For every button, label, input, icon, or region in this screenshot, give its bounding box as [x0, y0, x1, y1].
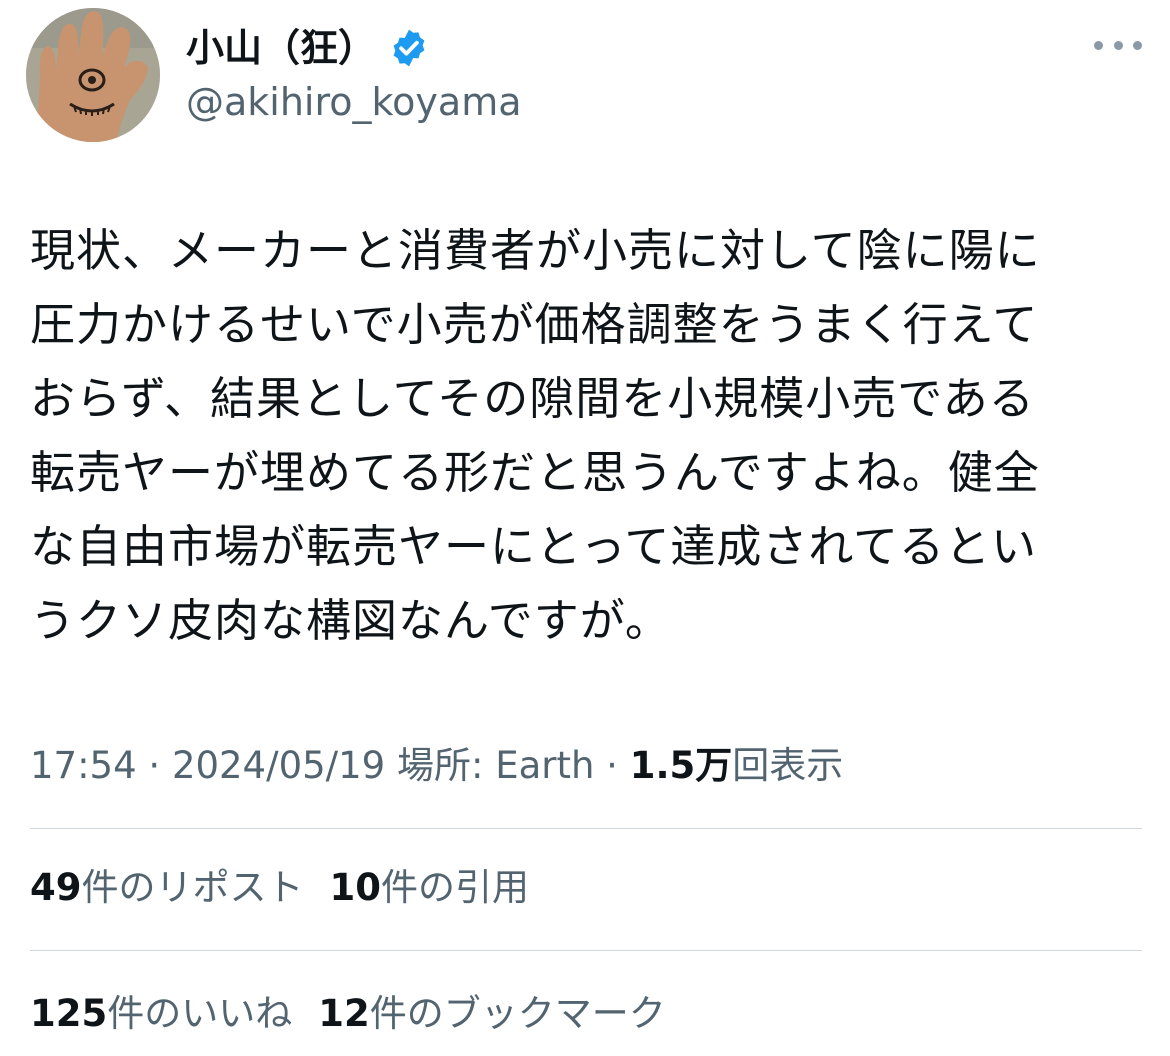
verified-badge-icon	[388, 27, 430, 69]
divider	[30, 950, 1142, 951]
more-dot	[1133, 40, 1142, 50]
more-dot	[1094, 40, 1103, 50]
bookmarks-count: 12	[318, 992, 370, 1035]
tweet-text-line: おらず、結果としてその隙間を小規模小売である	[30, 372, 1035, 425]
bookmarks-link[interactable]: 12件のブックマーク	[318, 992, 666, 1035]
views-label: 回表示	[732, 744, 844, 787]
stats-row-shares: 49件のリポスト 10件の引用	[30, 860, 555, 916]
meta-separator: ·	[136, 744, 172, 787]
more-options-icon[interactable]	[1094, 30, 1142, 60]
tweet-location: 場所: Earth	[385, 744, 595, 787]
tweet-date[interactable]: 2024/05/19	[172, 744, 385, 787]
tweet-text-line: 現状、メーカーと消費者が小売に対して陰に陽に	[30, 224, 1041, 277]
divider	[30, 828, 1142, 829]
likes-label: 件のいいね	[107, 992, 293, 1035]
avatar-image	[26, 8, 160, 142]
avatar[interactable]	[26, 8, 160, 142]
tweet-text: 現状、メーカーと消費者が小売に対して陰に陽に 圧力かけるせいで小売が価格調整をう…	[30, 214, 1150, 658]
tweet-time[interactable]: 17:54	[30, 744, 137, 787]
quotes-label: 件の引用	[381, 866, 529, 909]
likes-count: 125	[30, 992, 108, 1035]
tweet-text-line: な自由市場が転売ヤーにとって達成されてるとい	[30, 520, 1038, 573]
bookmarks-label: 件のブックマーク	[369, 992, 666, 1035]
tweet-text-line: うクソ皮肉な構図なんですが。	[30, 594, 671, 647]
stats-row-likes: 125件のいいね 12件のブックマーク	[30, 986, 692, 1042]
author-display-name[interactable]: 小山（狂）	[186, 22, 376, 74]
reposts-label: 件のリポスト	[81, 866, 304, 909]
likes-link[interactable]: 125件のいいね	[30, 992, 292, 1035]
more-dot	[1113, 40, 1123, 50]
views-count: 1.5万	[629, 744, 733, 787]
tweet-text-line: 圧力かけるせいで小売が価格調整をうまく行えて	[30, 298, 1039, 351]
tweet-metadata: 17:54 · 2024/05/19 場所: Earth · 1.5万回表示	[30, 738, 843, 794]
quotes-link[interactable]: 10件の引用	[330, 866, 530, 909]
author-handle[interactable]: @akihiro_koyama	[186, 76, 522, 128]
reposts-count: 49	[30, 866, 82, 909]
quotes-count: 10	[329, 866, 382, 909]
tweet-text-line: 転売ヤーが埋めてる形だと思うんですよね。健全	[30, 446, 1040, 499]
author-name-row[interactable]: 小山（狂）	[186, 22, 430, 74]
meta-separator: ·	[594, 744, 630, 787]
reposts-link[interactable]: 49件のリポスト	[30, 866, 304, 909]
